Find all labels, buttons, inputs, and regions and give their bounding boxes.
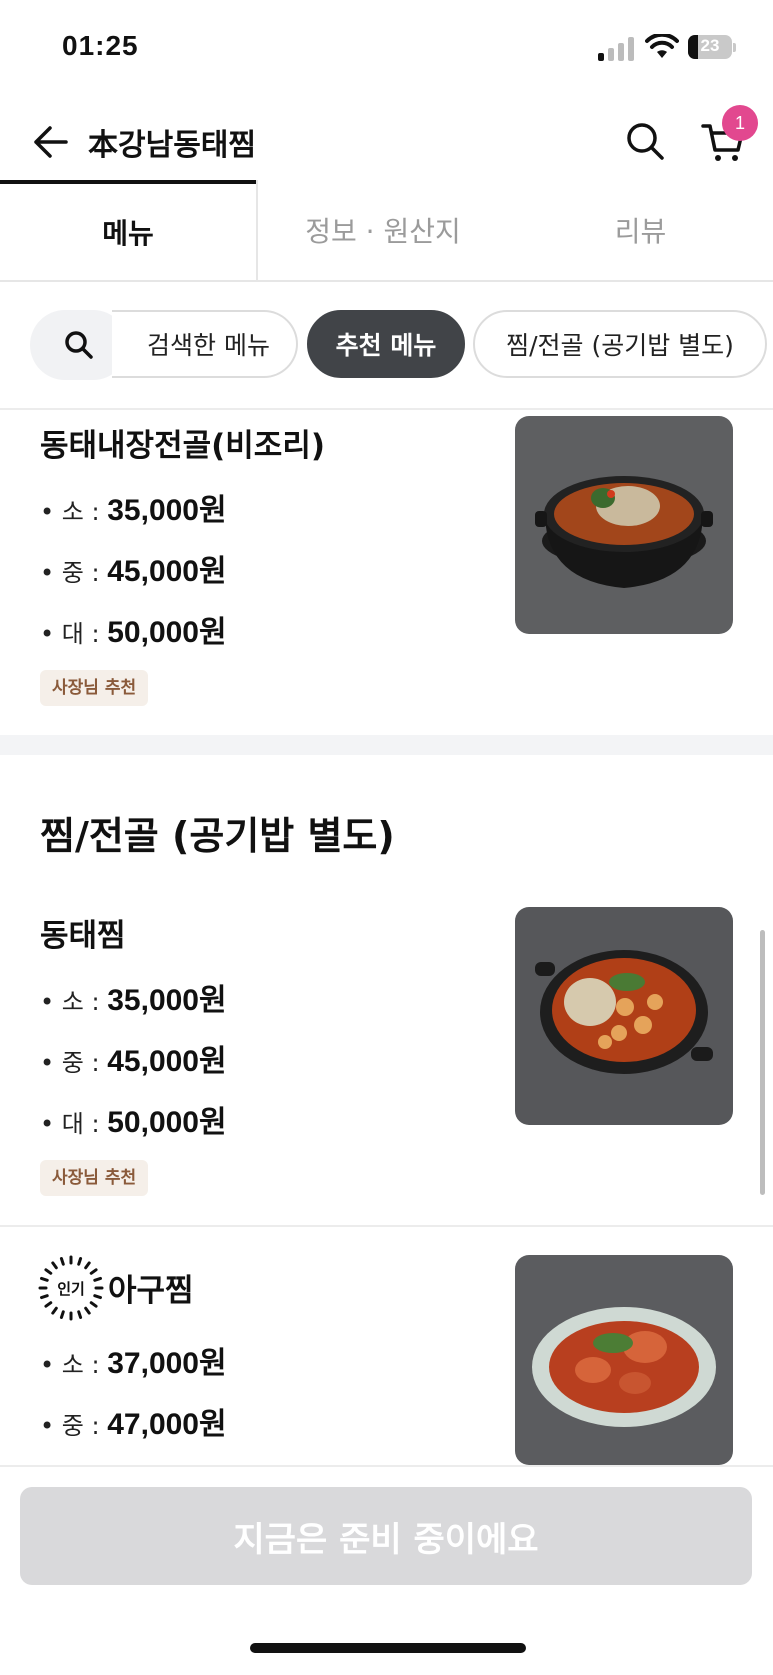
price-amount: 50,000원: [107, 616, 227, 649]
price-row: • 소 : 35,000원: [40, 485, 227, 529]
battery-icon: 23: [688, 35, 732, 59]
order-unavailable-button[interactable]: 지금은 준비 중이에요: [20, 1487, 752, 1585]
tab-info-origin[interactable]: 정보 · 원산지: [258, 180, 508, 280]
price-row: • 중 : 47,000원: [40, 1399, 227, 1443]
menu-item-photo: [515, 416, 733, 634]
price-size: • 소 :: [40, 498, 100, 526]
cart-count-badge: 1: [722, 105, 758, 141]
chip-jjim-jeongol[interactable]: 찜/전골 (공기밥 별도): [473, 310, 767, 378]
back-arrow-icon[interactable]: [30, 122, 70, 162]
price-amount: 35,000원: [107, 984, 227, 1017]
wifi-icon: [645, 34, 679, 58]
owner-recommend-badge: 사장님 추천: [40, 670, 149, 706]
menu-section-title: 찜/전골 (공기밥 별도): [40, 814, 395, 858]
store-tabs: 메뉴 정보 · 원산지 리뷰: [0, 180, 773, 282]
price-row: • 대 : 50,000원: [40, 607, 227, 651]
price-amount: 45,000원: [107, 555, 227, 588]
menu-item-name: 아구찜: [108, 1273, 194, 1309]
price-size: • 소 :: [40, 988, 100, 1016]
owner-recommend-badge: 사장님 추천: [40, 1160, 149, 1196]
menu-item-photo: [515, 1255, 733, 1465]
battery-level: 23: [700, 36, 720, 55]
category-chip-row: 검색한 메뉴 추천 메뉴 찜/전골 (공기밥 별도): [0, 300, 773, 380]
chip-recommended-menu[interactable]: 추천 메뉴: [307, 310, 465, 378]
price-size: • 소 :: [40, 1351, 100, 1379]
status-bar: 01:25 23: [0, 0, 773, 100]
item-divider: [0, 1225, 773, 1227]
status-time: 01:25: [62, 30, 139, 61]
price-amount: 45,000원: [107, 1045, 227, 1078]
tab-reviews[interactable]: 리뷰: [508, 180, 773, 280]
search-icon: [65, 331, 93, 359]
chip-searched-menu[interactable]: 검색한 메뉴: [112, 310, 298, 378]
popular-label: 인기: [57, 1280, 85, 1298]
price-amount: 37,000원: [107, 1347, 227, 1380]
price-amount: 50,000원: [107, 1106, 227, 1139]
price-amount: 35,000원: [107, 494, 227, 527]
scroll-indicator[interactable]: [760, 930, 765, 1195]
price-row: • 소 : 37,000원: [40, 1338, 227, 1382]
store-title: 本강남동태찜: [88, 128, 256, 163]
price-size: • 대 :: [40, 620, 100, 648]
menu-item-name: 동태찜: [40, 918, 126, 954]
menu-item-name: 동태내장전골(비조리): [40, 428, 326, 464]
chip-row-divider: [0, 408, 773, 410]
search-icon[interactable]: [624, 120, 666, 162]
tab-menu[interactable]: 메뉴: [0, 180, 256, 280]
home-indicator: [250, 1643, 526, 1653]
cellular-signal-icon: [598, 37, 634, 61]
battery-cap: [733, 43, 736, 52]
price-row: • 중 : 45,000원: [40, 1036, 227, 1080]
price-row: • 대 : 50,000원: [40, 1097, 227, 1141]
section-separator: [0, 735, 773, 755]
price-size: • 중 :: [40, 1412, 100, 1440]
price-size: • 중 :: [40, 559, 100, 587]
price-row: • 중 : 45,000원: [40, 546, 227, 590]
price-amount: 47,000원: [107, 1408, 227, 1441]
price-size: • 중 :: [40, 1049, 100, 1077]
menu-item-photo: [515, 907, 733, 1125]
price-row: • 소 : 35,000원: [40, 975, 227, 1019]
price-size: • 대 :: [40, 1110, 100, 1138]
store-header: 本강남동태찜: [0, 100, 773, 180]
